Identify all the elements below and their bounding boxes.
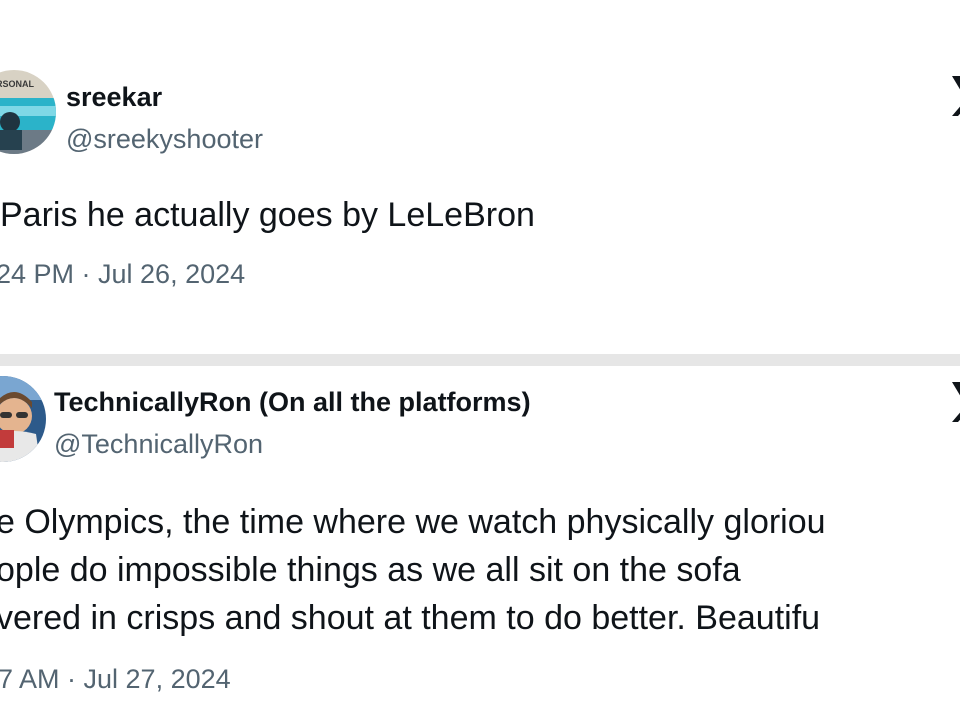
- tweet-card[interactable]: TechnicallyRon (On all the platforms) @T…: [0, 366, 960, 720]
- user-handle[interactable]: @sreekyshooter: [66, 124, 263, 155]
- display-name[interactable]: sreekar: [66, 82, 162, 113]
- avatar[interactable]: RSONAL: [0, 70, 56, 154]
- tweet-text-line: Paris he actually goes by LeLeBron: [0, 196, 535, 234]
- tweet-screenshot-collage: RSONAL sreekar @sreekyshooter Paris he a…: [0, 0, 960, 720]
- tweet-divider: [0, 354, 960, 366]
- tweet-timestamp[interactable]: 24 PM · Jul 26, 2024: [0, 259, 245, 290]
- tweet-text-line: ople do impossible things as we all sit …: [0, 551, 741, 589]
- x-logo-icon[interactable]: [950, 380, 960, 424]
- x-logo-icon[interactable]: [950, 74, 960, 118]
- user-handle[interactable]: @TechnicallyRon: [54, 429, 263, 460]
- avatar[interactable]: [0, 376, 46, 462]
- tweet-timestamp[interactable]: 7 AM · Jul 27, 2024: [0, 664, 231, 695]
- tweet-text-line: e Olympics, the time where we watch phys…: [0, 503, 826, 541]
- tweet-text-line: vered in crisps and shout at them to do …: [0, 599, 821, 637]
- avatar-sign-text: RSONAL: [0, 79, 35, 89]
- display-name[interactable]: TechnicallyRon (On all the platforms): [54, 387, 531, 418]
- tweet-card[interactable]: RSONAL sreekar @sreekyshooter Paris he a…: [0, 0, 960, 354]
